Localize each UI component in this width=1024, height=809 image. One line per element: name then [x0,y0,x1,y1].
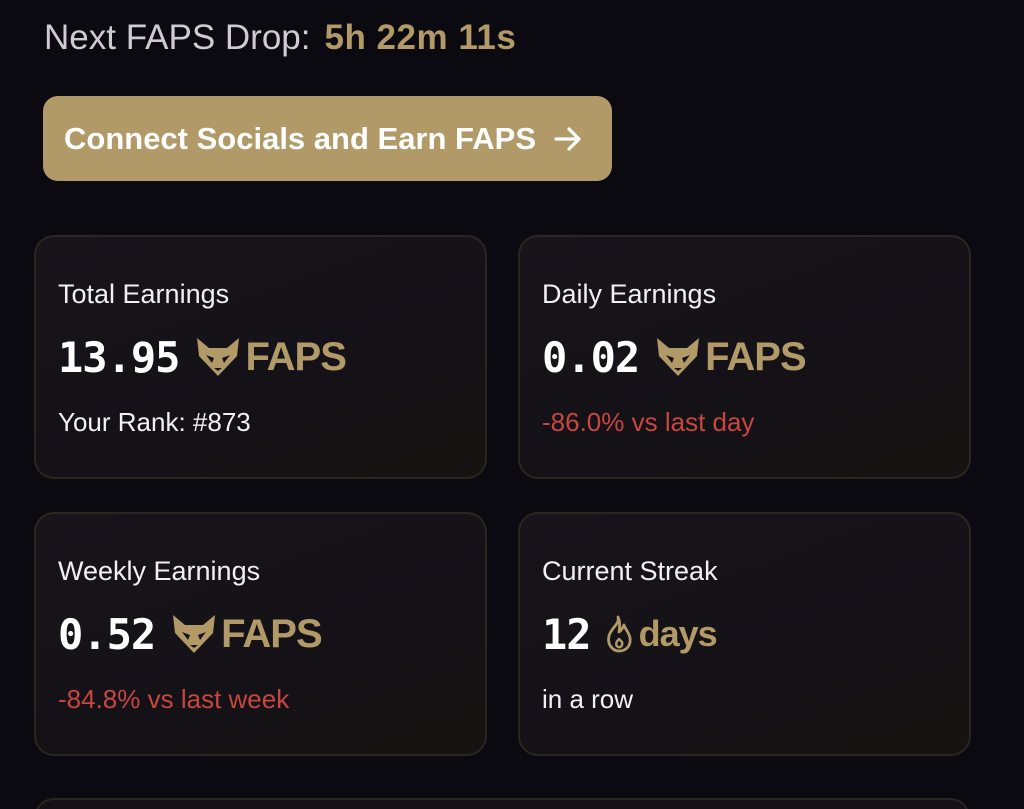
flame-icon [606,615,632,653]
total-earnings-value: 13.95 [58,332,180,382]
weekly-earnings-unit: FAPS [221,611,322,656]
weekly-earnings-value-row: 0.52 FAPS [58,606,323,662]
daily-earnings-value: 0.02 [542,332,640,382]
fox-head-icon [173,615,216,653]
connect-socials-button[interactable]: Connect Socials and Earn FAPS [43,96,612,181]
daily-change-text: -86.0% vs last day [542,407,755,437]
next-drop-timer: 5h 22m 11s [324,18,517,57]
total-earnings-card: Total Earnings 13.95 FAPS Your Rank: #87… [34,235,487,479]
faps-token: FAPS [655,334,807,380]
streak-subtext: in a row [542,684,634,714]
weekly-earnings-value: 0.52 [58,609,156,659]
daily-earnings-unit: FAPS [705,334,806,379]
current-streak-card: Current Streak 12 days in a row [518,512,971,756]
current-streak-value: 12 [542,609,592,659]
faps-token: FAPS [171,611,323,657]
earnings-screen: Next FAPS Drop: 5h 22m 11s Connect Socia… [0,0,1024,809]
current-streak-value-row: 12 days [542,606,718,662]
total-earnings-unit: FAPS [245,334,346,379]
total-earnings-label: Total Earnings [58,279,230,309]
daily-earnings-value-row: 0.02 FAPS [542,329,807,385]
next-drop-countdown: Next FAPS Drop: 5h 22m 11s [44,18,516,58]
arrow-right-icon [552,123,584,155]
faps-token: FAPS [195,334,347,380]
current-streak-label: Current Streak [542,556,718,586]
weekly-earnings-card: Weekly Earnings 0.52 FAPS -84.8% vs last… [34,512,487,756]
streak-unit-group: days [603,613,718,655]
total-earnings-value-row: 13.95 FAPS [58,329,347,385]
next-drop-label: Next FAPS Drop: [44,18,311,57]
current-streak-unit: days [638,613,718,654]
weekly-earnings-label: Weekly Earnings [58,556,261,586]
fox-head-icon [197,338,240,376]
daily-earnings-card: Daily Earnings 0.02 FAPS -86.0% vs last … [518,235,971,479]
daily-earnings-label: Daily Earnings [542,279,717,309]
weekly-change-text: -84.8% vs last week [58,684,290,714]
rank-text: Your Rank: #873 [58,407,251,437]
fox-head-icon [657,338,700,376]
connect-socials-label: Connect Socials and Earn FAPS [64,120,537,156]
next-card-partial [34,798,970,809]
